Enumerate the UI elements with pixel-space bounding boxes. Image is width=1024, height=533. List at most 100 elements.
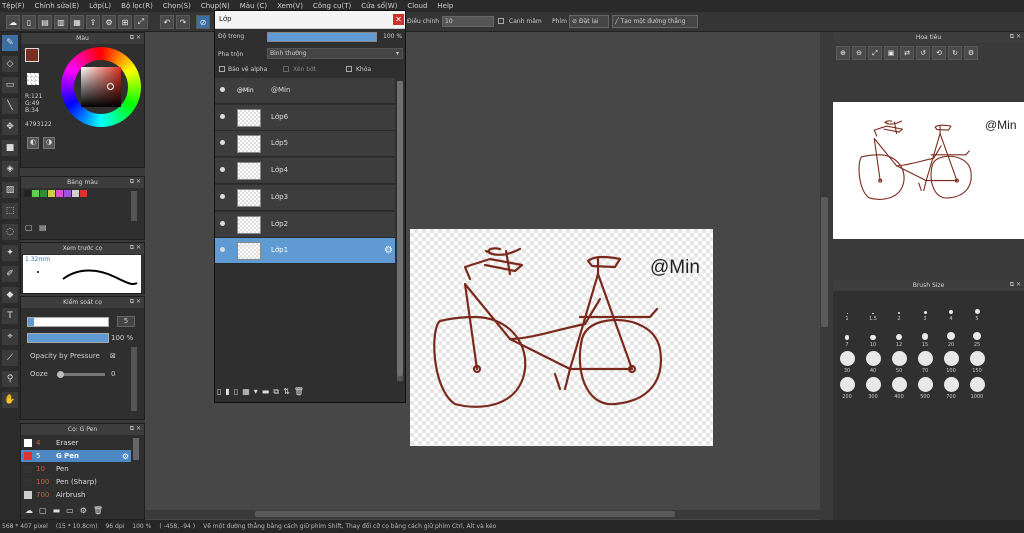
flip-icon[interactable]: ⇄ [900,46,914,60]
straight-line-button[interactable]: ╱ Tạo một đường thẳng [612,15,698,28]
bucket-icon[interactable]: ◈ [2,161,18,177]
palette-scrollbar[interactable] [131,191,137,221]
panel-close-icon[interactable]: ⧉ ✕ [130,34,141,42]
palette-swatch[interactable] [40,190,47,197]
eyedropper-icon[interactable]: ⚲ [2,371,18,387]
undo-icon[interactable]: ↶ [160,15,174,29]
layer-row[interactable]: Lớp5 [215,131,395,158]
move-tool-icon[interactable]: ✥ [2,119,18,135]
brush-size-option[interactable]: 200 [835,372,859,400]
eye-icon[interactable] [220,167,225,173]
brush-size-option[interactable]: 1000 [965,372,989,400]
brush-item[interactable]: 10 Pen [21,463,131,475]
brush-size-option[interactable]: 30 [835,346,859,374]
eraser-tool-icon[interactable]: ◇ [2,56,18,72]
brush-size-option[interactable]: 3 [913,294,937,322]
palette-swatch[interactable] [24,190,31,197]
menu-item[interactable]: Bộ lọc(R) [121,2,153,10]
brush-tool-icon[interactable]: ✎ [2,35,18,51]
stabilizer-select[interactable]: 10 [442,16,494,27]
canvas-horizontal-scrollbar[interactable] [145,510,820,519]
cloud-icon[interactable]: ☁ [6,15,20,29]
layer-row[interactable]: Lớp4 [215,158,395,185]
halftone-layer-icon[interactable]: ▦ [242,387,250,397]
panel-close-icon[interactable]: ⧉ ✕ [130,425,141,433]
brush-size-option[interactable]: 700 [939,372,963,400]
layer-folder-icon[interactable]: ▬ [262,387,270,397]
eye-icon[interactable] [220,247,225,253]
eye-icon[interactable] [220,140,225,146]
palette-swatch[interactable] [56,190,63,197]
color-mode-icon[interactable]: ◐ [27,137,39,149]
protect-alpha-checkbox[interactable] [219,66,225,72]
menu-item[interactable]: Chọn(S) [163,2,191,10]
zoom-out-icon[interactable]: ⊖ [852,46,866,60]
menu-item[interactable]: Chỉnh sửa(E) [35,2,80,10]
transparent-swatch[interactable] [27,73,39,85]
menu-item[interactable]: Xem(V) [277,2,303,10]
new-layer-copy-icon[interactable]: ▮ [225,387,229,397]
palette-swatch[interactable] [32,190,39,197]
eye-icon[interactable] [220,87,225,92]
reset-button[interactable]: ⊘ Đặt lại [569,15,609,28]
menu-item[interactable]: Cloud [407,2,427,10]
gear-icon[interactable]: ⚙ [122,452,129,461]
brush-size-option[interactable]: 50 [887,346,911,374]
brush-size-option[interactable]: 2 [887,294,911,322]
menu-item[interactable]: Công cụ(T) [313,2,351,10]
fill-rect-icon[interactable]: ■ [2,140,18,156]
text-tool-icon[interactable]: T [2,308,18,324]
save-icon[interactable]: ▥ [54,15,68,29]
palette-swatch[interactable] [64,190,71,197]
palette-swatch[interactable] [48,190,55,197]
palette-swatch[interactable] [80,190,87,197]
delete-layer-icon[interactable]: 🗑 [294,387,304,397]
brush-item[interactable]: 100 Pen (Sharp) [21,476,131,488]
panel-close-icon[interactable]: ⧉ ✕ [130,178,141,186]
grid-icon[interactable]: ⊞ [118,15,132,29]
eye-icon[interactable] [220,113,225,119]
brush-delete-icon[interactable]: 🗑 [93,506,103,515]
lasso-icon[interactable]: ◌ [2,224,18,240]
brush-cloud-icon[interactable]: ☁ [25,506,33,515]
brush-size-option[interactable]: 20 [939,320,963,348]
brush-size-option[interactable]: 15 [913,320,937,348]
layer-row[interactable]: Lớp6 [215,104,395,131]
hue-wheel[interactable] [61,47,141,127]
merge-down-icon[interactable]: ⧉ [273,387,279,397]
eye-icon[interactable] [220,220,225,226]
move-layer-icon[interactable]: ⇅ [283,387,290,397]
menu-item[interactable]: Help [437,2,453,10]
rotate-reset-icon[interactable]: ⟲ [932,46,946,60]
select-pen-icon[interactable]: ✐ [2,266,18,282]
close-icon[interactable]: ✕ [393,14,404,25]
brush-folder-icon[interactable]: ▬ [53,506,61,515]
save-as-icon[interactable]: ▦ [70,15,84,29]
size-slider[interactable] [27,317,109,327]
layer-row[interactable]: @Min @Min [215,78,395,104]
brush-control-scrollbar[interactable] [131,347,137,411]
rectangle-select-icon[interactable]: ▭ [2,77,18,93]
operation-tool-icon[interactable]: ⌖ [2,329,18,345]
panel-close-icon[interactable]: ⧉ ✕ [130,244,141,252]
menu-item[interactable]: Màu (C) [240,2,267,10]
color-history-icon[interactable]: ◑ [43,137,55,149]
blend-mode-select[interactable]: Bình thường ▾ [267,48,403,59]
snap-checkbox[interactable] [498,18,504,24]
menu-item[interactable]: Lớp(L) [89,2,111,10]
ooze-slider[interactable] [57,371,105,378]
brush-size-option[interactable]: 70 [913,346,937,374]
pressure-toggle-icon[interactable]: ⊠ [110,352,116,360]
brush-size-option[interactable]: 400 [887,372,911,400]
magic-wand-icon[interactable]: ✦ [2,245,18,261]
new-layer-icon[interactable]: ▯ [217,387,221,397]
layer-row[interactable]: Lớp1 ⚙ [215,238,395,265]
brush-size-option[interactable]: 7 [835,320,859,348]
canvas-vertical-scrollbar[interactable] [820,32,830,520]
brush-size-option[interactable]: 10 [861,320,885,348]
brush-size-option[interactable]: 5 [965,294,989,322]
navigator-settings-icon[interactable]: ⚙ [964,46,978,60]
brush-settings-icon[interactable]: ⚙ [80,506,87,515]
panel-close-icon[interactable]: ⧉ ✕ [1010,281,1021,289]
layer-row[interactable]: Lớp3 [215,184,395,211]
